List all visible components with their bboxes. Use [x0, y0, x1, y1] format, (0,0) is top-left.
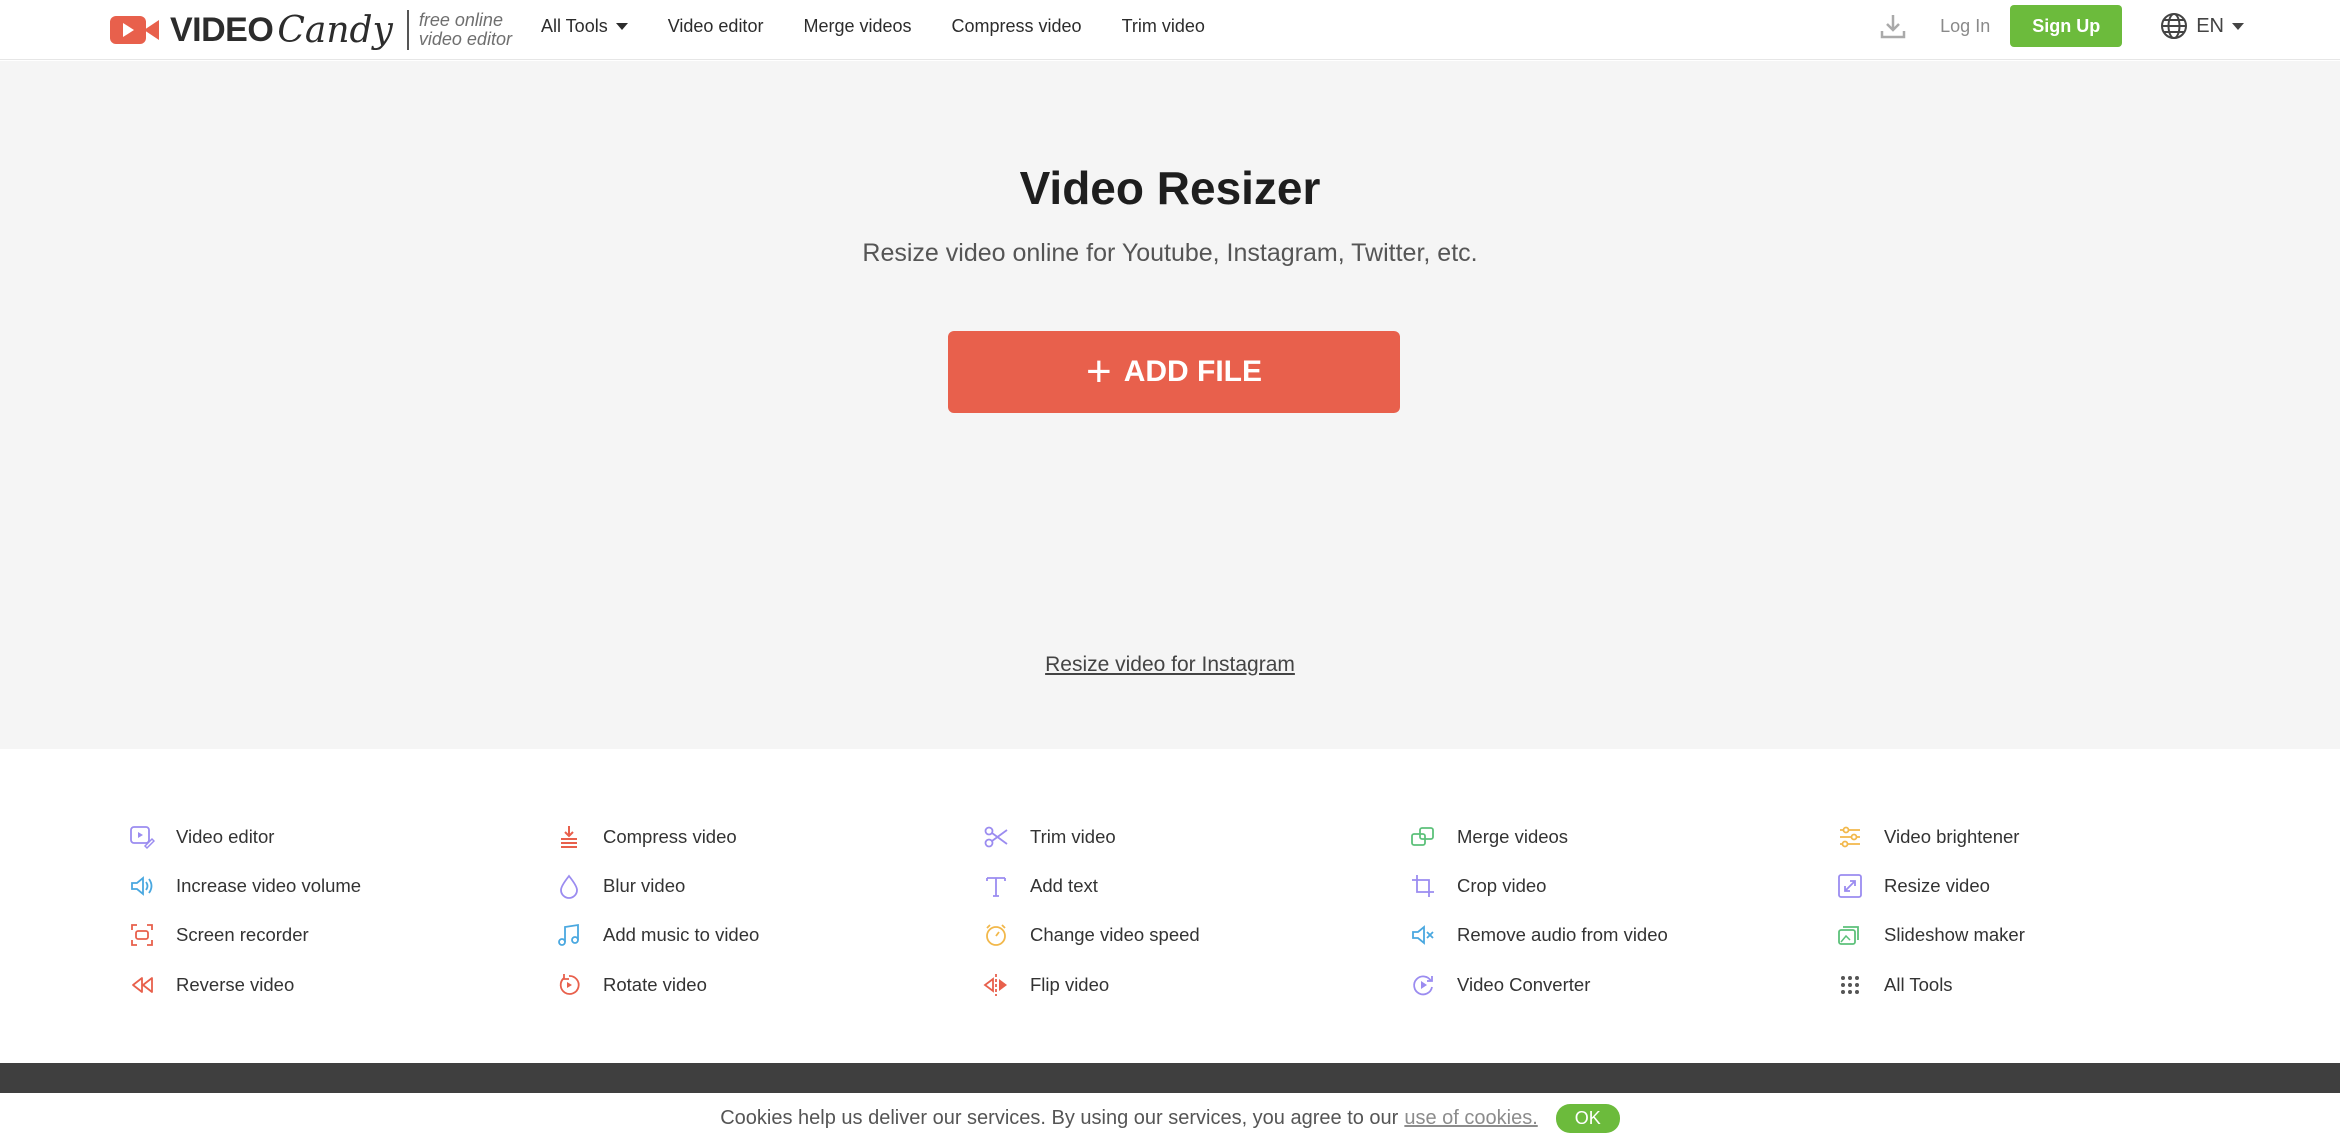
tool-video-brightener[interactable]: Video brightener	[1836, 812, 2263, 861]
caret-down-icon	[615, 22, 628, 30]
top-header: VIDEO Candy free online video editor All …	[0, 0, 2340, 60]
merge-icon	[1409, 823, 1437, 851]
login-link[interactable]: Log In	[1940, 16, 1990, 37]
music-icon	[555, 921, 583, 949]
tool-video-editor[interactable]: Video editor	[128, 812, 555, 861]
signup-button[interactable]: Sign Up	[2010, 5, 2123, 47]
screen-record-icon	[128, 921, 156, 949]
tool-blur-video[interactable]: Blur video	[555, 861, 982, 910]
stopwatch-icon	[982, 921, 1010, 949]
header-actions: Log In Sign Up EN	[1878, 5, 2244, 47]
volume-icon	[128, 872, 156, 900]
nav-merge-videos[interactable]: Merge videos	[803, 16, 911, 37]
drop-icon	[555, 872, 583, 900]
page-title: Video Resizer	[1019, 162, 1321, 214]
hero-section: Video Resizer Resize video online for Yo…	[0, 61, 2340, 749]
cookie-text: Cookies help us deliver our services. By…	[720, 1106, 1399, 1129]
language-label: EN	[2196, 14, 2224, 37]
tool-trim-video[interactable]: Trim video	[982, 812, 1409, 861]
cookie-policy-link[interactable]: use of cookies.	[1404, 1107, 1537, 1130]
tool-increase-volume[interactable]: Increase video volume	[128, 861, 555, 910]
logo-word-candy: Candy	[277, 9, 393, 51]
video-camera-icon	[110, 13, 160, 47]
video-edit-icon	[128, 823, 156, 851]
convert-icon	[1409, 971, 1437, 999]
slideshow-icon	[1836, 921, 1864, 949]
tool-slideshow-maker[interactable]: Slideshow maker	[1836, 911, 2263, 960]
plus-icon: +	[1085, 347, 1112, 396]
tool-add-text[interactable]: Add text	[982, 861, 1409, 910]
tool-crop-video[interactable]: Crop video	[1409, 861, 1836, 910]
tool-rotate-video[interactable]: Rotate video	[555, 960, 982, 1009]
rewind-icon	[128, 971, 156, 999]
tool-flip-video[interactable]: Flip video	[982, 960, 1409, 1009]
compress-icon	[555, 823, 583, 851]
sliders-icon	[1836, 823, 1864, 851]
mute-icon	[1409, 921, 1437, 949]
scissors-icon	[982, 823, 1010, 851]
resize-icon	[1836, 872, 1864, 900]
tool-compress-video[interactable]: Compress video	[555, 812, 982, 861]
nav-compress-video[interactable]: Compress video	[952, 16, 1082, 37]
logo-divider	[406, 10, 409, 50]
language-selector[interactable]: EN	[2160, 12, 2244, 40]
logo-tagline: free online video editor	[418, 10, 512, 49]
text-icon	[982, 872, 1010, 900]
nav-trim-video[interactable]: Trim video	[1122, 16, 1205, 37]
rotate-icon	[555, 971, 583, 999]
tool-add-music[interactable]: Add music to video	[555, 911, 982, 960]
logo[interactable]: VIDEO Candy free online video editor	[110, 6, 512, 54]
tool-merge-videos[interactable]: Merge videos	[1409, 812, 1836, 861]
globe-icon	[2161, 13, 2188, 39]
page-subtitle: Resize video online for Youtube, Instagr…	[862, 239, 1478, 267]
cookie-ok-button[interactable]: OK	[1555, 1103, 1620, 1133]
tool-reverse-video[interactable]: Reverse video	[128, 960, 555, 1009]
add-file-button[interactable]: + ADD FILE	[948, 331, 1400, 413]
grid-icon	[1836, 971, 1864, 999]
cookie-banner: Cookies help us deliver our services. By…	[0, 1093, 2340, 1143]
add-file-label: ADD FILE	[1123, 355, 1263, 388]
caret-down-icon	[2232, 22, 2244, 30]
footer	[0, 1063, 2340, 1093]
tool-change-speed[interactable]: Change video speed	[982, 911, 1409, 960]
resize-instagram-link[interactable]: Resize video for Instagram	[0, 653, 2340, 677]
tool-remove-audio[interactable]: Remove audio from video	[1409, 911, 1836, 960]
tools-grid: Video editor Compress video Trim video M…	[128, 812, 2268, 1009]
main-nav: All Tools Video editor Merge videos Comp…	[541, 0, 1245, 52]
nav-all-tools[interactable]: All Tools	[541, 16, 628, 37]
flip-icon	[982, 971, 1010, 999]
tool-screen-recorder[interactable]: Screen recorder	[128, 911, 555, 960]
nav-video-editor[interactable]: Video editor	[668, 16, 764, 37]
logo-word-video: VIDEO	[170, 10, 274, 49]
download-icon[interactable]	[1878, 11, 1908, 41]
tool-all-tools[interactable]: All Tools	[1836, 960, 2263, 1009]
tool-video-converter[interactable]: Video Converter	[1409, 960, 1836, 1009]
tool-resize-video[interactable]: Resize video	[1836, 861, 2263, 910]
crop-icon	[1409, 872, 1437, 900]
